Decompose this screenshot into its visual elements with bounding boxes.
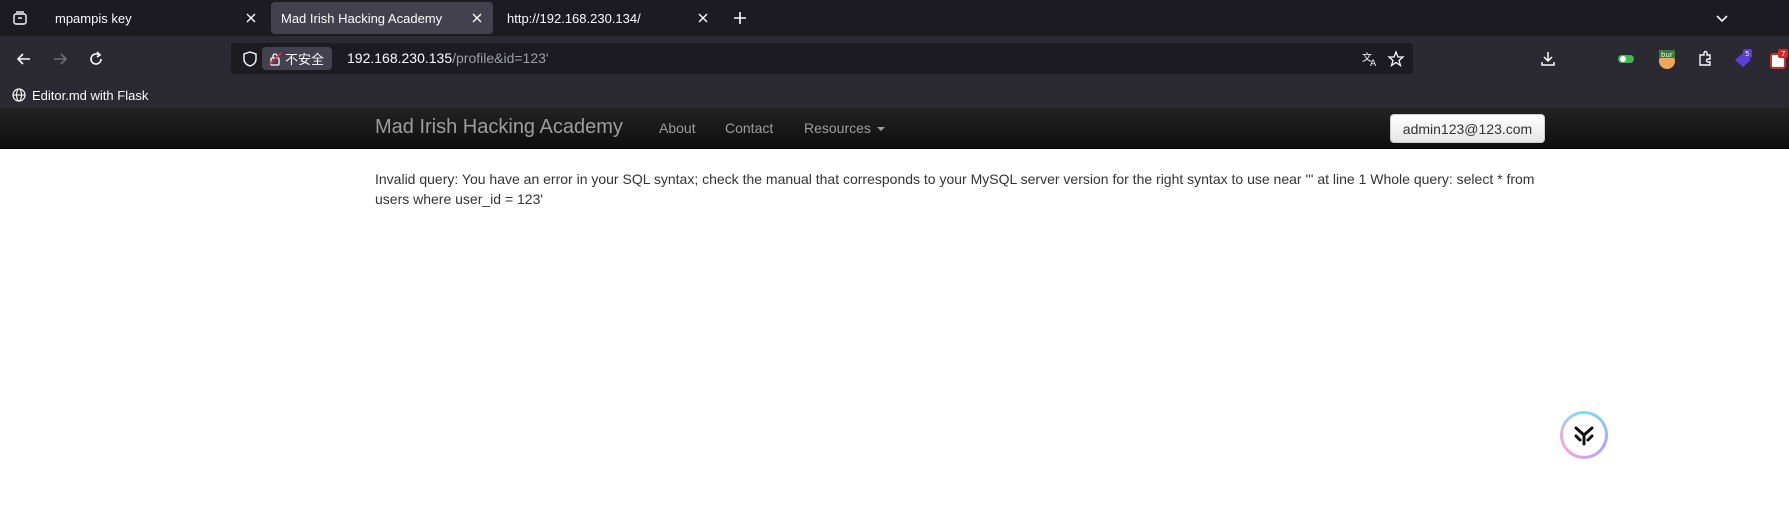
close-tab-icon[interactable] [465, 6, 489, 30]
close-tab-icon[interactable] [691, 6, 715, 30]
reload-icon[interactable] [84, 47, 108, 71]
tab-title: http://192.168.230.134/ [507, 10, 641, 26]
extension-badge-5: 5 [1745, 50, 1749, 58]
tab-mpampis-key[interactable]: mpampis key [45, 2, 267, 34]
chevron-down-icon[interactable] [1710, 6, 1734, 30]
url-host: 192.168.230.135 [347, 50, 453, 66]
site-navbar: Mad Irish Hacking Academy About Contact … [0, 108, 1789, 149]
tab-title: Mad Irish Hacking Academy [281, 10, 443, 26]
connection-insecure-badge[interactable]: 不安全 [262, 47, 333, 70]
extensions-puzzle-icon[interactable] [1692, 46, 1718, 72]
site-brand[interactable]: Mad Irish Hacking Academy [375, 116, 623, 139]
tab-http-192-168-230-134[interactable]: http://192.168.230.134/ [497, 2, 719, 34]
tab-list-icon[interactable] [8, 6, 32, 30]
back-arrow-icon[interactable] [12, 47, 36, 71]
burp-extension-icon[interactable]: bur [1654, 46, 1680, 72]
sql-error-message: Invalid query: You have an error in your… [375, 171, 1535, 207]
new-tab-icon[interactable] [728, 6, 752, 30]
close-tab-icon[interactable] [239, 6, 263, 30]
bookmark-editor-md[interactable]: Editor.md with Flask [12, 85, 148, 105]
translate-icon[interactable]: 文A [1361, 50, 1379, 68]
nav-link-about[interactable]: About [659, 120, 696, 136]
resources-label: Resources [804, 120, 871, 136]
insecure-label: 不安全 [285, 52, 325, 67]
forward-arrow-icon[interactable] [48, 47, 72, 71]
nav-dropdown-resources[interactable]: Resources [804, 120, 885, 136]
navigation-toolbar: 不安全 192.168.230.135/profile&id=123' 文A b… [0, 36, 1789, 82]
address-bar[interactable]: 不安全 192.168.230.135/profile&id=123' 文A [231, 43, 1413, 74]
svg-text:bur: bur [1661, 51, 1673, 59]
user-account-button[interactable]: admin123@123.com [1390, 114, 1545, 143]
tab-title: mpampis key [55, 10, 132, 26]
url-path: /profile&id=123' [452, 50, 549, 66]
purple-extension-icon[interactable]: 5 [1730, 46, 1756, 72]
toggle-extension-icon[interactable] [1613, 46, 1639, 72]
assistant-float-button[interactable] [1560, 411, 1608, 459]
caret-down-icon [876, 127, 885, 132]
globe-icon [12, 88, 26, 102]
bookmark-star-icon[interactable] [1387, 50, 1405, 68]
bookmark-label: Editor.md with Flask [32, 87, 149, 103]
bookmarks-toolbar: Editor.md with Flask [0, 82, 1789, 108]
nav-link-contact[interactable]: Contact [725, 120, 773, 136]
tab-mad-irish-hacking-academy[interactable]: Mad Irish Hacking Academy [271, 2, 493, 34]
red-extension-icon[interactable]: 7 [1768, 46, 1789, 72]
tab-strip: mpampis key Mad Irish Hacking Academy ht… [0, 0, 1789, 36]
url-text[interactable]: 192.168.230.135/profile&id=123' [347, 50, 549, 66]
downloads-icon[interactable] [1535, 46, 1561, 72]
assistant-logo-icon [1574, 426, 1594, 446]
extension-badge-7: 7 [1781, 50, 1785, 58]
svg-text:A: A [1370, 59, 1377, 68]
insecure-lock-icon [268, 51, 282, 66]
tracking-protection-shield-icon[interactable] [241, 50, 259, 68]
